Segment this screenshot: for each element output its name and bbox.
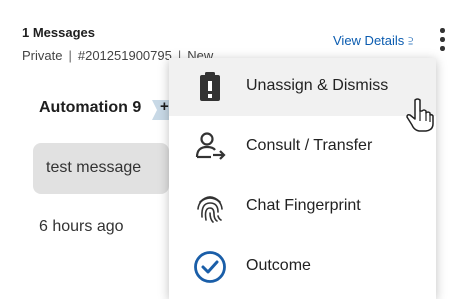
menu-item-label: Outcome (246, 257, 311, 274)
menu-item-label: Chat Fingerprint (246, 197, 361, 214)
menu-item-unassign-dismiss[interactable]: Unassign & Dismiss (169, 58, 436, 116)
hand-pointer-icon (406, 98, 434, 132)
double-chevron-down-icon: ⫆ (408, 36, 414, 48)
menu-item-consult-transfer[interactable]: Consult / Transfer (169, 118, 436, 176)
tag-plus-icon: + (160, 98, 169, 115)
clipboard-alert-icon (200, 72, 220, 101)
view-details-label: View Details (333, 33, 405, 48)
menu-item-outcome[interactable]: Outcome (169, 238, 436, 296)
check-circle-icon (194, 251, 226, 283)
sender-name: Automation 9 (39, 99, 142, 116)
more-options-button[interactable] (437, 26, 447, 54)
message-count-title: 1 Messages (22, 25, 95, 40)
person-arrow-icon (195, 132, 226, 160)
actions-menu: Unassign & Dismiss Consult / Transfer Ch… (169, 58, 436, 299)
message-text: test message (46, 159, 142, 176)
message-timestamp: 6 hours ago (39, 218, 124, 235)
menu-item-label: Consult / Transfer (246, 137, 373, 154)
view-details-link[interactable]: View Details ⫆ (333, 33, 413, 49)
kebab-dot-icon (440, 37, 445, 42)
kebab-dot-icon (440, 46, 445, 51)
fingerprint-icon (197, 196, 223, 223)
conversation-id: #201251900795 (77, 48, 172, 63)
menu-item-chat-fingerprint[interactable]: Chat Fingerprint (169, 178, 436, 236)
menu-item-label: Unassign & Dismiss (246, 77, 389, 94)
kebab-dot-icon (440, 28, 445, 33)
privacy-label: Private (22, 48, 63, 63)
